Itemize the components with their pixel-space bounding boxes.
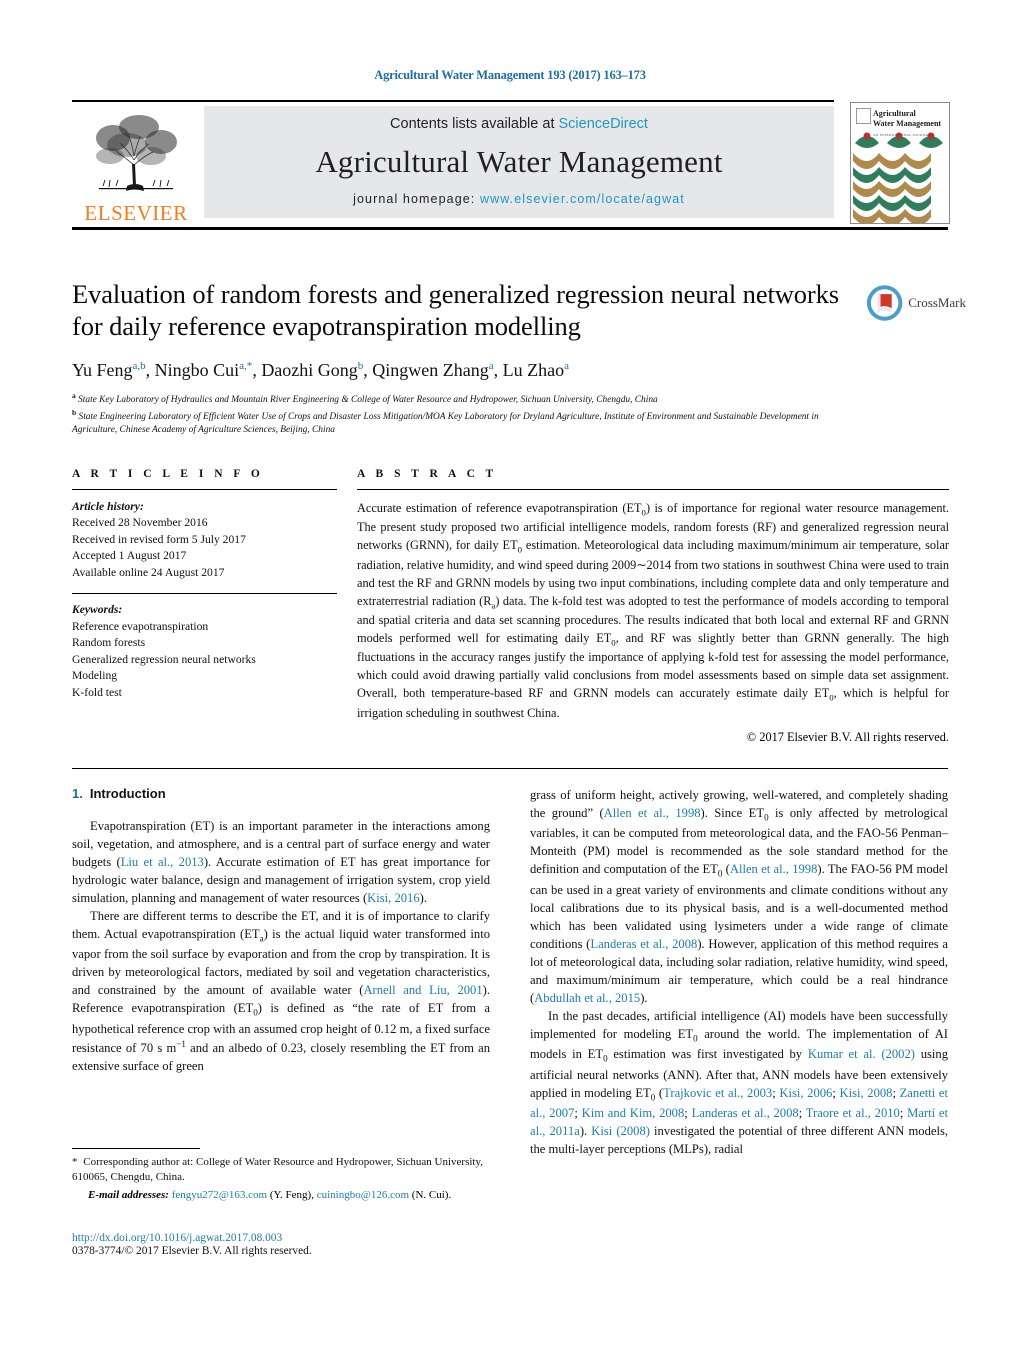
history-item: Accepted 1 August 2017	[72, 549, 187, 563]
journal-homepage-link[interactable]: www.elsevier.com/locate/agwat	[480, 192, 685, 206]
issn-copyright: 0378-3774/© 2017 Elsevier B.V. All right…	[72, 1245, 312, 1257]
article-history: Article history: Received 28 November 20…	[72, 499, 337, 581]
history-item: Received 28 November 2016	[72, 516, 208, 530]
crossmark-label: CrossMark	[908, 295, 966, 310]
affiliation-b: b State Engineering Laboratory of Effici…	[72, 407, 819, 435]
email-addresses: fengyu272@163.com (Y. Feng), cuiningbo@1…	[171, 1188, 452, 1201]
section-number: 1.	[72, 786, 83, 801]
article-info-heading: A R T I C L E I N F O	[72, 468, 264, 480]
elsevier-tree-icon	[96, 115, 177, 191]
corresponding-author-note: * Corresponding author at: College of Wa…	[72, 1156, 484, 1184]
email-label: E-mail addresses:	[88, 1188, 169, 1201]
cover-title: Agricultural Water Management AN INTERNA…	[873, 109, 941, 139]
page-title: Evaluation of random forests and general…	[72, 279, 840, 342]
article-info-section: A R T I C L E I N F O Article history: R…	[72, 468, 337, 701]
journal-band: Contents lists available at ScienceDirec…	[204, 106, 834, 218]
keyword-item: Reference evapotranspiration	[72, 619, 209, 633]
contents-prefix: Contents lists available at	[390, 116, 559, 132]
article-info-rule	[72, 489, 337, 490]
footnotes: * Corresponding author at: College of Wa…	[72, 1148, 490, 1203]
keyword-item: Modeling	[72, 669, 118, 683]
section-heading-introduction: 1. Introduction	[72, 786, 490, 801]
article-page: Agricultural Water Management 193 (2017)…	[0, 0, 1020, 1351]
journal-cover-thumbnail: Agricultural Water Management AN INTERNA…	[850, 102, 950, 224]
abstract-heading: A B S T R A C T	[357, 468, 498, 480]
keyword-item: Generalized regression neural networks	[72, 652, 256, 666]
paragraph: In the past decades, artificial intellig…	[530, 1008, 949, 1157]
keyword-item: Random forests	[72, 636, 146, 650]
email-note: E-mail addresses: fengyu272@163.com (Y. …	[72, 1188, 490, 1203]
contents-line: Contents lists available at ScienceDirec…	[390, 116, 648, 132]
author-list: Yu Fenga,b, Ningbo Cuia,*, Daozhi Gongb,…	[72, 359, 570, 380]
abstract-body: Accurate estimation of reference evapotr…	[357, 501, 950, 720]
title-block: Evaluation of random forests and general…	[72, 278, 862, 437]
homepage-prefix: journal homepage:	[353, 192, 480, 206]
paragraph: Evapotranspiration (ET) is an important …	[72, 819, 490, 905]
cover-subtitle: AN INTERNATIONAL JOURNAL	[873, 133, 931, 137]
section-title: Introduction	[89, 786, 166, 801]
column-right: grass of uniform height, actively growin…	[530, 786, 948, 1158]
footnote-rule	[72, 1148, 200, 1149]
paragraph: There are different terms to describe th…	[72, 909, 491, 1074]
article-history-label: Article history:	[72, 500, 144, 513]
doi-link[interactable]: http://dx.doi.org/10.1016/j.agwat.2017.0…	[72, 1232, 502, 1244]
body-top-rule	[72, 768, 948, 769]
running-head: Agricultural Water Management 193 (2017)…	[374, 68, 646, 82]
affiliation-a-text: State Key Laboratory of Hydraulics and M…	[78, 395, 658, 406]
affiliation-a: a State Key Laboratory of Hydraulics and…	[72, 391, 658, 406]
abstract-section: A B S T R A C T Accurate estimation of r…	[357, 468, 949, 745]
journal-title: Agricultural Water Management	[315, 144, 723, 179]
journal-masthead: ELSEVIER Contents lists available at Sci…	[72, 100, 950, 230]
keyword-item: K-fold test	[72, 685, 122, 699]
cover-elsevier-mark	[856, 108, 871, 124]
crossmark-badge[interactable]: CrossMark	[866, 281, 966, 325]
cover-title-line1: Agricultural	[873, 109, 916, 118]
affiliations: a State Key Laboratory of Hydraulics and…	[72, 391, 862, 437]
paragraph: grass of uniform height, actively growin…	[530, 788, 949, 1005]
history-item: Received in revised form 5 July 2017	[72, 532, 246, 546]
homepage-line: journal homepage: www.elsevier.com/locat…	[353, 192, 685, 206]
column-left: 1. Introduction Evapotranspiration (ET) i…	[72, 786, 490, 1075]
abstract-copyright: © 2017 Elsevier B.V. All rights reserved…	[746, 729, 949, 744]
doi-block: http://dx.doi.org/10.1016/j.agwat.2017.0…	[72, 1232, 502, 1257]
masthead-top-rule	[72, 100, 834, 102]
keywords-block: Keywords: Reference evapotranspiration R…	[72, 593, 337, 701]
history-item: Available online 24 August 2017	[72, 565, 225, 579]
masthead-bottom-rule	[72, 227, 948, 230]
crossmark-icon	[866, 285, 903, 321]
abstract-rule	[357, 489, 949, 490]
elsevier-logo: ELSEVIER	[72, 106, 200, 224]
elsevier-wordmark: ELSEVIER	[84, 201, 188, 225]
sciencedirect-link[interactable]: ScienceDirect	[559, 116, 648, 132]
cover-title-line2: Water Management	[873, 119, 942, 128]
affiliation-b-text: State Engineering Laboratory of Efficien…	[72, 411, 819, 435]
keywords-label: Keywords:	[72, 603, 123, 617]
